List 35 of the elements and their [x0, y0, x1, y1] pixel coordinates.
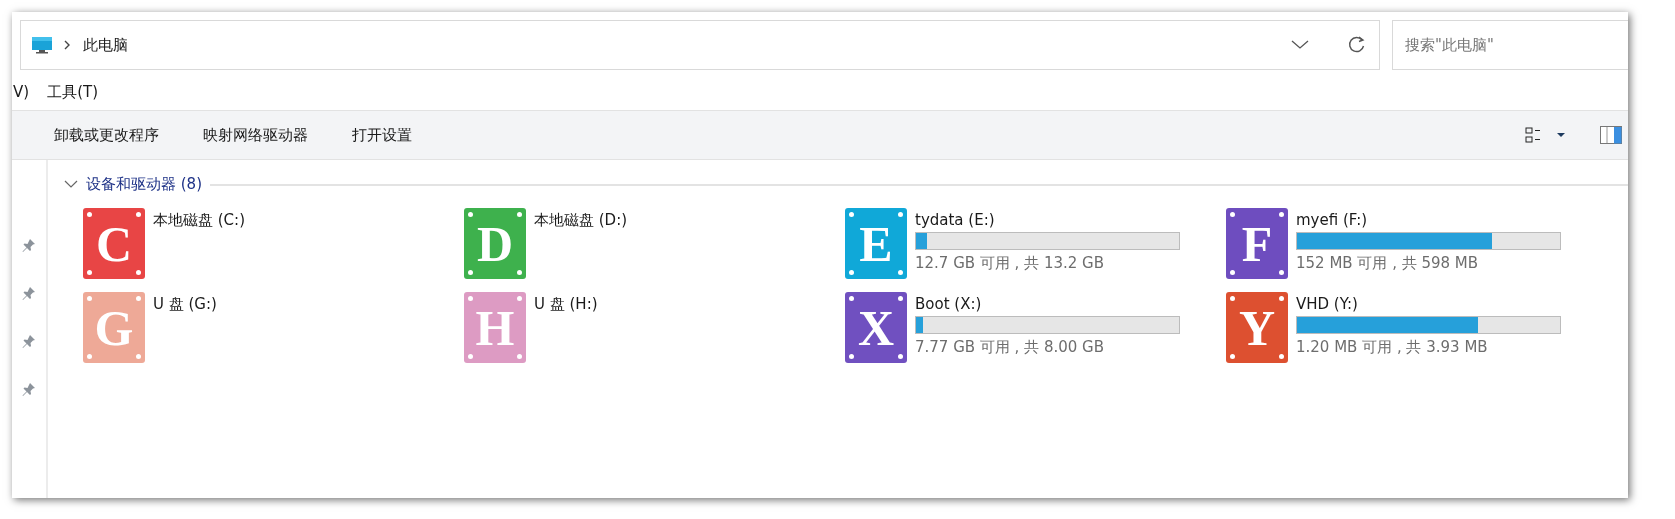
- toolbar-button[interactable]: 打开设置: [340, 119, 424, 151]
- menu-item[interactable]: V): [13, 83, 30, 101]
- preview-pane-icon[interactable]: [1600, 126, 1624, 144]
- free-space-text: 1.20 MB 可用 , 共 3.93 MB: [1296, 338, 1489, 357]
- drive-icon[interactable]: X: [845, 292, 907, 363]
- pin-icon[interactable]: [22, 238, 36, 252]
- drive-icon[interactable]: C: [83, 208, 145, 279]
- caret-icon[interactable]: [1556, 132, 1566, 138]
- chevron-icon[interactable]: [63, 39, 71, 51]
- free-space-text: 7.77 GB 可用 , 共 8.00 GB: [915, 338, 1105, 357]
- toolbar-button[interactable]: 卸载或更改程序: [42, 119, 171, 151]
- drive-name[interactable]: U 盘 (H:): [534, 294, 598, 314]
- pin-icon[interactable]: [22, 334, 36, 348]
- search-field[interactable]: 搜索"此电脑": [1392, 20, 1628, 70]
- menu-item[interactable]: 工具(T): [47, 82, 98, 102]
- free-space-text: 12.7 GB 可用 , 共 13.2 GB: [915, 254, 1105, 273]
- address-bar[interactable]: 此电脑: [20, 20, 1381, 70]
- dropdown-icon[interactable]: [1291, 40, 1310, 50]
- drive-icon[interactable]: Y: [1226, 292, 1288, 363]
- drive-icon[interactable]: F: [1226, 208, 1288, 279]
- drive-name[interactable]: Boot (X:): [915, 294, 1180, 314]
- drive-name[interactable]: U 盘 (G:): [153, 294, 217, 314]
- computer-icon: [31, 35, 53, 55]
- drive-name[interactable]: 本地磁盘 (C:): [153, 210, 245, 230]
- drive-name[interactable]: VHD (Y:): [1296, 294, 1561, 314]
- drive-name[interactable]: 本地磁盘 (D:): [534, 210, 628, 230]
- breadcrumb-item[interactable]: 此电脑: [83, 35, 128, 55]
- toolbar-button[interactable]: 映射网络驱动器: [191, 119, 320, 151]
- chevron-icon[interactable]: [64, 180, 78, 188]
- group-title[interactable]: 设备和驱动器 (8): [86, 174, 202, 194]
- drive-name[interactable]: tydata (E:): [915, 210, 1180, 230]
- free-space-text: 152 MB 可用 , 共 598 MB: [1296, 254, 1480, 273]
- pin-icon[interactable]: [22, 382, 36, 396]
- drive-name[interactable]: myefi (F:): [1296, 210, 1561, 230]
- pin-icon[interactable]: [22, 286, 36, 300]
